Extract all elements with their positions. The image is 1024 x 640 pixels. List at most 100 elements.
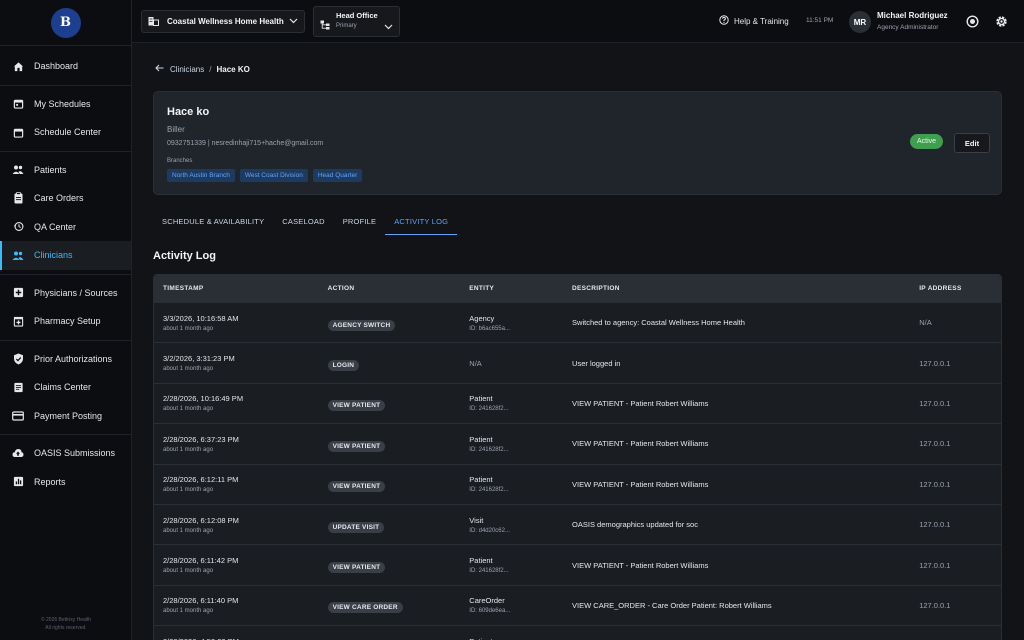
users-icon (12, 249, 24, 261)
entity-id: ID: 241628f2... (469, 406, 509, 413)
branch-select[interactable]: Head Office Primary (313, 6, 400, 37)
main-content: Clinicians / Hace KO Hace ko Biller 0932… (132, 43, 1024, 640)
sidebar-item-prior-authorizations[interactable]: Prior Authorizations (0, 345, 131, 374)
entity-cell: Patient ID: 241628f2... (460, 435, 563, 453)
document-icon (12, 381, 24, 393)
column-header[interactable]: DESCRIPTION (563, 285, 910, 292)
timestamp: 2/28/2026, 6:11:42 PM (163, 556, 239, 566)
sidebar-item-label: My Schedules (34, 98, 91, 109)
timestamp: 3/3/2026, 10:16:58 AM (163, 313, 239, 323)
sidebar-item-label: Physicians / Sources (34, 287, 118, 298)
tab-schedule-availability[interactable]: SCHEDULE & AVAILABILITY (153, 210, 273, 235)
help-training-link[interactable]: Help & Training (719, 15, 789, 27)
sidebar-item-schedule-center[interactable]: Schedule Center (0, 118, 131, 147)
entity-cell: Patient ID: 241628f2... (460, 394, 563, 412)
avatar[interactable]: MR (849, 11, 871, 33)
action-cell: AGENCY SWITCH (319, 314, 461, 332)
sidebar-item-label: Reports (34, 476, 66, 487)
relative-time: about 1 month ago (163, 487, 214, 494)
sidebar-item-clinicians[interactable]: Clinicians (0, 241, 131, 270)
table-row[interactable]: 2/28/2026, 6:37:23 PM about 1 month ago VI… (154, 423, 1001, 463)
sidebar-item-label: OASIS Submissions (34, 448, 116, 459)
tab-caseload[interactable]: CASELOAD (273, 210, 333, 235)
sidebar-footer: © 2026 Bettrixy Health All rights reserv… (0, 616, 132, 632)
timestamp-cell: 2/28/2026, 10:16:49 PM about 1 month ago (154, 394, 319, 412)
table-row[interactable]: 2/28/2026, 6:12:08 PM about 1 month ago UP… (154, 503, 1001, 544)
sidebar-item-dashboard[interactable]: Dashboard (0, 52, 131, 81)
user-name[interactable]: Michael Rodriguez (877, 11, 948, 20)
sidebar-item-reports[interactable]: Reports (0, 468, 131, 497)
table-row[interactable]: 2/28/2026, 6:11:42 PM about 1 month ago VI… (154, 544, 1001, 584)
column-header[interactable]: TIMESTAMP (154, 285, 319, 292)
sidebar-item-patients[interactable]: Patients (0, 156, 131, 185)
relative-time: about 1 month ago (163, 608, 214, 615)
cloud-upload-icon (12, 447, 24, 459)
sidebar-item-pharmacy-setup[interactable]: Pharmacy Setup (0, 307, 131, 336)
table-row[interactable]: 3/2/2026, 3:31:23 PM about 1 month ago LOG… (154, 342, 1001, 382)
app-root: B Dashboard My Schedules Schedule Center… (0, 0, 1024, 640)
activity-log-table: TIMESTAMP ACTION ENTITY DESCRIPTION IP A… (153, 274, 1002, 640)
pharmacy-icon (12, 315, 24, 327)
tab-profile[interactable]: PROFILE (334, 210, 386, 235)
timestamp-cell: 3/2/2026, 3:31:23 PM about 1 month ago (154, 354, 319, 372)
sidebar-item-payment-posting[interactable]: Payment Posting (0, 402, 131, 431)
sidebar-item-claims-center[interactable]: Claims Center (0, 373, 131, 402)
action-badge: VIEW PATIENT (327, 400, 386, 412)
brand-logo[interactable]: B (50, 7, 81, 38)
entity-cell: N/A (460, 359, 563, 368)
tab-activity-log[interactable]: ACTIVITY LOG (385, 210, 458, 235)
column-header[interactable]: IP ADDRESS (910, 285, 1001, 292)
sidebar: B Dashboard My Schedules Schedule Center… (0, 0, 132, 640)
column-header[interactable]: ENTITY (460, 285, 563, 292)
action-cell: VIEW PATIENT (319, 394, 461, 412)
action-cell: VIEW PATIENT (319, 556, 461, 574)
ip-address-cell: 127.0.0.1 (919, 439, 951, 449)
sidebar-item-care-orders[interactable]: Care Orders (0, 184, 131, 213)
calendar-icon (12, 98, 24, 110)
description-cell: User logged in (572, 358, 621, 368)
action-badge: LOGIN (327, 360, 360, 372)
agency-select[interactable]: Coastal Wellness Home Health (141, 10, 305, 33)
table-row[interactable]: 2/28/2026, 4:50:22 PMabout 1 month agoVI… (154, 625, 1001, 640)
table-row[interactable]: 2/28/2026, 6:12:11 PM about 1 month ago VI… (154, 463, 1001, 504)
sidebar-item-label: Clinicians (34, 250, 73, 261)
home-icon (12, 60, 24, 72)
table-row[interactable]: 2/28/2026, 6:11:40 PM about 1 month ago VI… (154, 584, 1001, 625)
entity-id: ID: 241628f2... (469, 446, 509, 453)
gear-icon[interactable] (994, 14, 1008, 28)
edit-button[interactable]: Edit (954, 133, 990, 153)
arrow-left-icon[interactable] (155, 64, 164, 74)
sidebar-item-oasis-submissions[interactable]: OASIS Submissions (0, 439, 131, 468)
entity-type: Visit (469, 515, 484, 525)
topbar: Coastal Wellness Home Health Head Office… (132, 0, 1024, 43)
timestamp: 2/28/2026, 10:16:49 PM (163, 394, 244, 404)
clinician-role: Biller (167, 125, 185, 134)
user-role: Agency Administrator (877, 24, 939, 31)
copyright-text: © 2026 Bettrixy Health (40, 617, 92, 623)
branch-chip: Head Quarter (312, 169, 363, 182)
sidebar-nav: Dashboard My Schedules Schedule Center P… (0, 46, 131, 496)
timestamp: 2/28/2026, 6:37:23 PM (163, 434, 239, 444)
sidebar-item-physicians-sources[interactable]: Physicians / Sources (0, 279, 131, 308)
entity-cell: Patient ID: 241628f2... (460, 556, 563, 574)
description-cell: VIEW PATIENT - Patient Robert Williams (572, 479, 709, 489)
sidebar-item-qa-center[interactable]: QA Center (0, 213, 131, 242)
table-row[interactable]: 2/28/2026, 10:16:49 PM about 1 month ago V… (154, 382, 1001, 423)
action-badge: UPDATE VISIT (327, 521, 385, 533)
table-row[interactable]: 3/3/2026, 10:16:58 AM about 1 month ago AG… (154, 302, 1001, 342)
clinician-name: Hace ko (167, 106, 210, 118)
sidebar-item-label: Claims Center (34, 382, 92, 393)
breadcrumb-parent[interactable]: Clinicians (170, 65, 204, 74)
table-body: 3/3/2026, 10:16:58 AM about 1 month ago AG… (154, 302, 1001, 640)
relative-time: about 1 month ago (163, 527, 214, 534)
section-title: Activity Log (153, 250, 216, 262)
action-cell: VIEW PATIENT (319, 435, 461, 453)
rights-text: All rights reserved. (45, 625, 87, 631)
sidebar-item-label: Dashboard (34, 61, 79, 72)
sidebar-item-my-schedules[interactable]: My Schedules (0, 90, 131, 119)
sidebar-item-label: Pharmacy Setup (34, 316, 101, 327)
sidebar-item-label: Payment Posting (34, 410, 103, 421)
clipboard-icon (12, 192, 24, 204)
theme-toggle-icon[interactable] (965, 14, 979, 28)
column-header[interactable]: ACTION (319, 285, 461, 292)
